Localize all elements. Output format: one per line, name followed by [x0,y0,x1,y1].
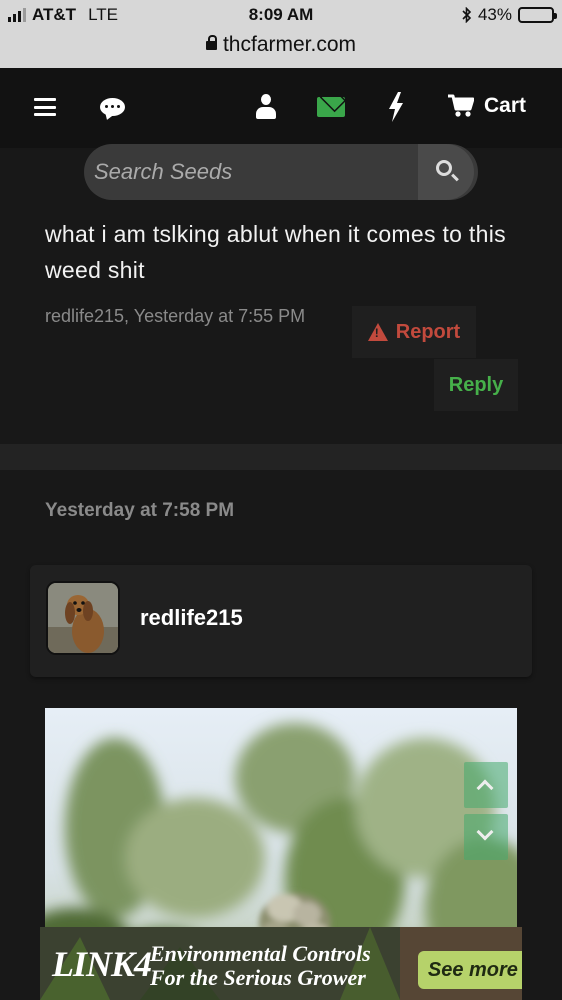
cart-label: Cart [484,94,527,117]
warning-icon [367,323,388,341]
post-meta[interactable]: redlife215, Yesterday at 7:55 PM [45,306,305,327]
chevron-down-icon [476,823,494,841]
chat-icon[interactable] [100,98,125,116]
ad-logo: LINK4 [52,944,152,984]
search-input[interactable] [84,144,418,200]
post-message: what i am tslking ablut when it comes to… [45,221,506,283]
ad-see-more-button[interactable]: See more › [418,951,522,989]
post-date[interactable]: Yesterday at 7:58 PM [45,500,234,522]
mail-icon[interactable] [317,97,345,117]
report-button[interactable]: Report [352,306,476,358]
cart-button[interactable]: Cart [448,94,526,118]
battery-percent: 43% [477,5,512,24]
ad-banner[interactable]: LINK4 Environmental Controls For the Ser… [40,927,522,1000]
bluetooth-icon [462,7,472,23]
site-navbar: Cart [0,68,562,148]
ad-headline-2: For the Serious Grower [150,965,366,990]
menu-icon[interactable] [34,98,56,116]
user-icon[interactable] [256,94,276,120]
lock-icon [205,35,217,50]
avatar[interactable] [46,581,120,655]
bolt-icon[interactable] [388,92,404,122]
cart-icon [448,94,475,118]
user-card[interactable]: redlife215 [30,565,532,677]
reply-button[interactable]: Reply [434,359,518,411]
status-bar: AT&T LTE 8:09 AM 43% [0,0,562,30]
ad-headline-1: Environmental Controls [150,941,371,966]
chevron-up-icon [476,779,494,797]
url-bar[interactable]: thcfarmer.com [0,30,562,68]
battery-icon [518,7,557,23]
report-label: Report [395,320,461,343]
username[interactable]: redlife215 [140,605,243,631]
scroll-up-button[interactable] [464,762,508,808]
scroll-down-button[interactable] [464,814,508,860]
battery-info: 43% [462,5,557,25]
search-button[interactable] [418,144,474,200]
url-text: thcfarmer.com [222,33,357,56]
search-icon [436,160,452,176]
post-divider [0,444,562,470]
